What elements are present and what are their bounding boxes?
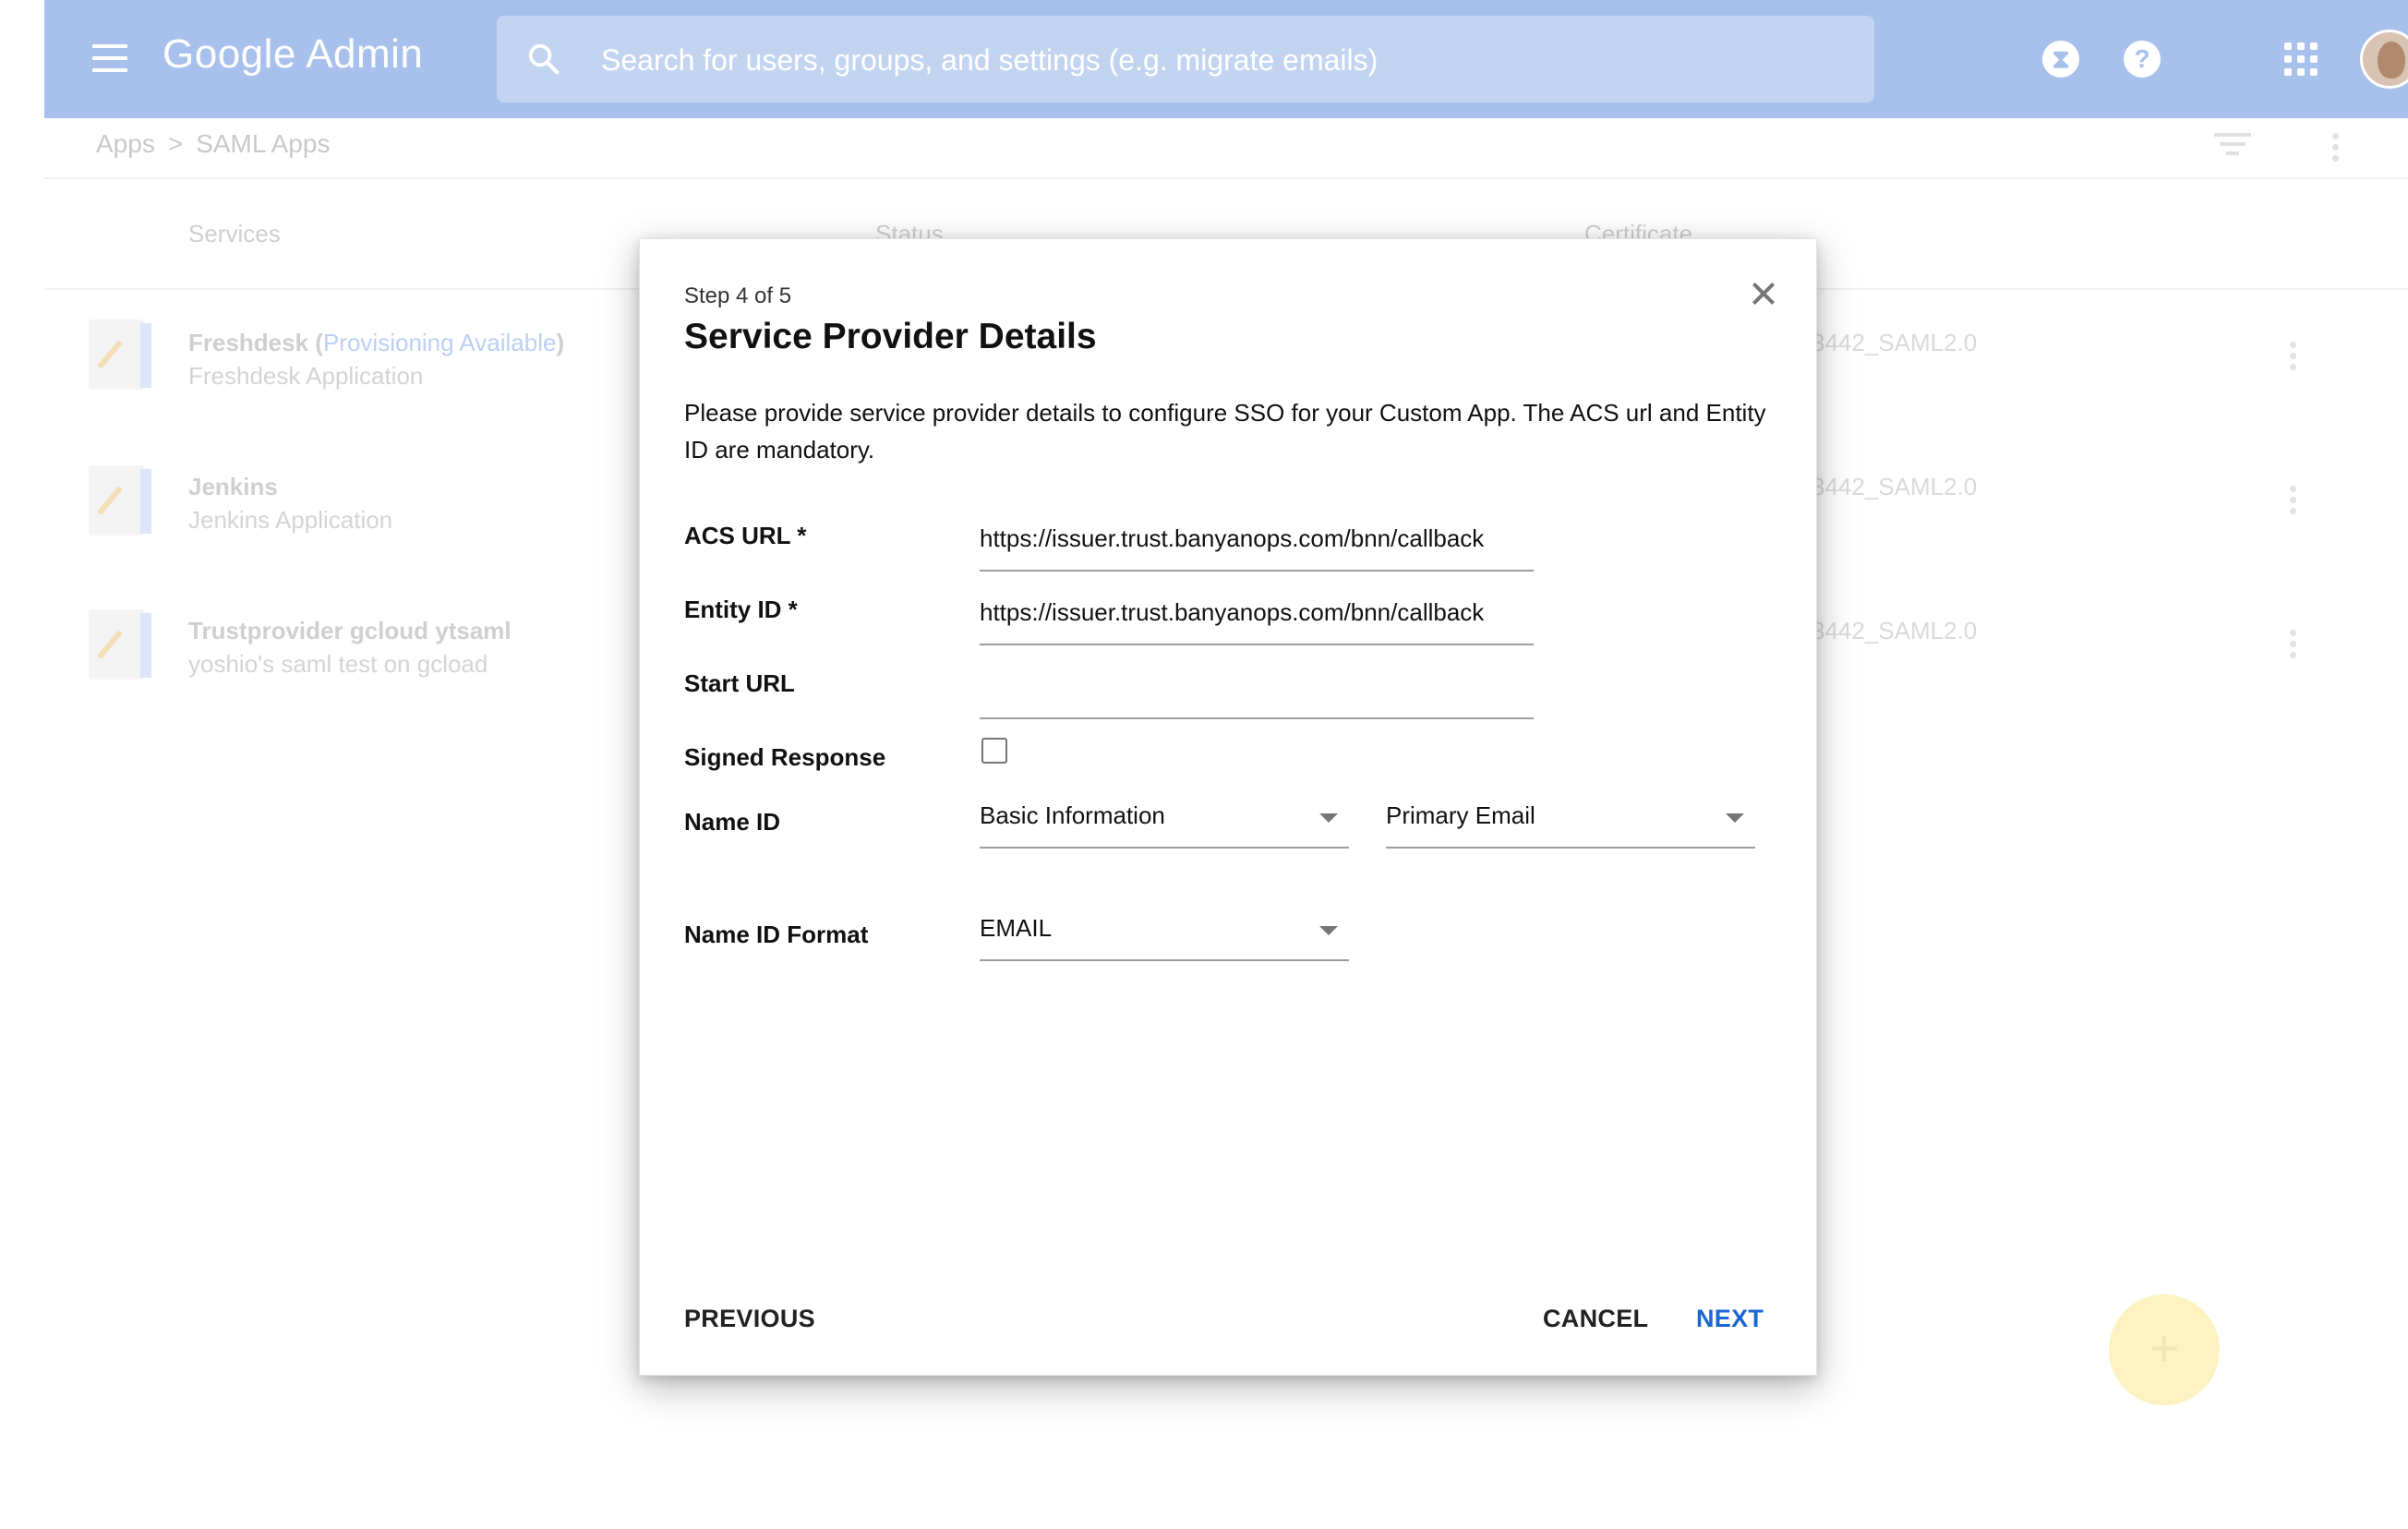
row-more-icon[interactable] (2290, 486, 2297, 519)
dialog-description: Please provide service provider details … (684, 399, 1766, 464)
name-id-category-value: Basic Information (980, 801, 1165, 829)
column-header-services[interactable]: Services (188, 220, 281, 248)
app-icon (89, 609, 153, 680)
table-row-subtitle: yoshio's saml test on gcload (188, 650, 488, 678)
search-bar[interactable]: Search for users, groups, and settings (… (497, 16, 1874, 102)
cancel-button[interactable]: CANCEL (1543, 1305, 1648, 1333)
table-row-certificate: 3442_SAML2.0 (1812, 473, 1978, 500)
table-row-title[interactable]: Freshdesk (Provisioning Available) (188, 329, 564, 357)
entity-id-label: Entity ID * (684, 596, 798, 623)
chevron-down-icon (1319, 813, 1338, 823)
table-row-subtitle: Freshdesk Application (188, 362, 424, 390)
more-vert-icon[interactable] (2332, 133, 2340, 166)
breadcrumb-separator: > (167, 129, 184, 158)
name-id-attribute-select[interactable]: Primary Email (1386, 795, 1755, 849)
help-icon[interactable]: ? (2124, 41, 2161, 78)
table-row-subtitle: Jenkins Application (188, 506, 393, 534)
filter-icon[interactable] (2214, 133, 2251, 161)
acs-url-label: ACS URL * (684, 522, 807, 549)
google-admin-logo[interactable]: Google Admin (163, 31, 423, 78)
breadcrumb: Apps > SAML Apps (96, 129, 330, 159)
name-id-label: Name ID (684, 808, 781, 836)
name-id-format-value: EMAIL (980, 914, 1053, 942)
start-url-label: Start URL (684, 669, 795, 697)
name-id-category-select[interactable]: Basic Information (980, 795, 1349, 849)
search-icon (528, 43, 560, 75)
divider (44, 177, 2408, 179)
apps-grid-icon[interactable] (2284, 42, 2318, 76)
service-provider-dialog: Step 4 of 5 Service Provider Details Ple… (639, 238, 1817, 1376)
hamburger-menu-icon[interactable] (92, 44, 127, 72)
left-gutter (0, 0, 44, 1529)
app-icon (89, 465, 153, 536)
breadcrumb-apps[interactable]: Apps (96, 129, 155, 158)
dialog-title: Service Provider Details (684, 317, 1097, 356)
close-icon[interactable] (1750, 280, 1777, 307)
name-id-format-select[interactable]: EMAIL (980, 908, 1349, 961)
table-row-certificate: 3442_SAML2.0 (1812, 617, 1978, 644)
name-id-format-label: Name ID Format (684, 921, 869, 948)
add-app-fab[interactable]: + (2109, 1294, 2220, 1405)
search-input[interactable]: Search for users, groups, and settings (… (601, 43, 1378, 78)
chevron-down-icon (1319, 926, 1338, 935)
signed-response-label: Signed Response (684, 743, 886, 771)
table-row-title[interactable]: Jenkins (188, 473, 278, 501)
next-button[interactable]: NEXT (1696, 1305, 1764, 1333)
acs-url-input[interactable]: https://issuer.trust.banyanops.com/bnn/c… (980, 518, 1534, 572)
top-app-bar: Google Admin Search for users, groups, a… (44, 0, 2408, 118)
app-icon (89, 319, 153, 390)
chevron-down-icon (1726, 813, 1744, 823)
account-avatar[interactable] (2360, 30, 2408, 89)
start-url-input[interactable] (980, 666, 1534, 719)
signed-response-checkbox[interactable] (981, 738, 1007, 764)
table-row-title[interactable]: Trustprovider gcloud ytsaml (188, 617, 512, 645)
row-more-icon[interactable] (2290, 342, 2297, 375)
breadcrumb-saml-apps: SAML Apps (196, 129, 331, 158)
hourglass-icon[interactable]: ⧗ (2042, 41, 2079, 78)
name-id-attribute-value: Primary Email (1386, 801, 1535, 829)
table-row-certificate: 3442_SAML2.0 (1812, 329, 1978, 356)
previous-button[interactable]: PREVIOUS (684, 1305, 815, 1333)
row-more-icon[interactable] (2290, 630, 2297, 663)
step-indicator: Step 4 of 5 (684, 283, 792, 308)
entity-id-input[interactable]: https://issuer.trust.banyanops.com/bnn/c… (980, 592, 1534, 645)
provisioning-link[interactable]: Provisioning Available (323, 329, 556, 356)
